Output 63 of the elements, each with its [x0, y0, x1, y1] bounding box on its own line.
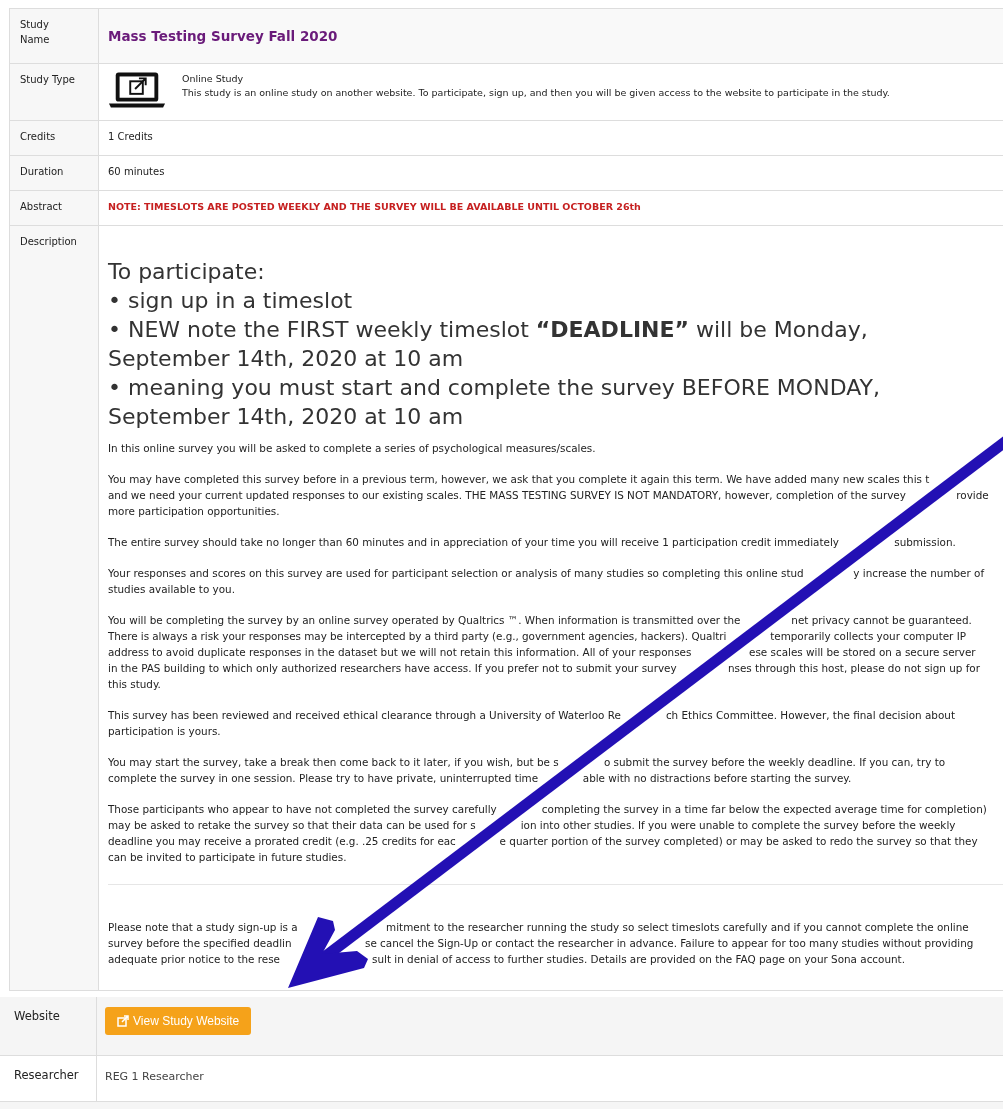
description-text: temporarily collects your computer IP — [770, 629, 967, 644]
description-text: nses through this host, please do not sign up for — [727, 661, 980, 676]
description-heading-line: • NEW note the FIRST weekly timeslot “DEADLINE” will be Monday, — [108, 316, 868, 344]
description-text: You will be completing the survey by an online survey operated by Qualtrics ™. When information is transmitted over the — [108, 613, 741, 628]
description-heading-line: To participate: — [108, 258, 265, 286]
sign-up-note-text: Please note that a study sign-up is a — [108, 920, 298, 935]
description-text: The entire survey should take no longer than 60 minutes and in appreciation of your time you will receive 1 participation credit immediately — [108, 535, 839, 550]
description-text: In this online survey you will be asked to complete a series of psychological measures/scales. — [108, 441, 596, 456]
description-text: There is always a risk your responses may be intercepted by a third party (e.g., government agencies, hackers). Qualtri — [108, 629, 727, 644]
description-text: submission. — [894, 535, 956, 550]
description-text: complete the survey in one session. Please try to have private, uninterrupted time — [108, 771, 539, 786]
description-text: deadline you may receive a prorated credit (e.g. .25 credits for eac — [108, 834, 456, 849]
description-text: in the PAS building to which only authorized researchers have access. If you prefer not to submit your survey — [108, 661, 677, 676]
description-text: studies available to you. — [108, 582, 235, 597]
field-value: 1 Credits — [108, 131, 153, 142]
description-heading-line: • sign up in a timeslot — [108, 287, 353, 315]
sign-up-note-text: sult in denial of access to further studies. Details are provided on the FAQ page on your Sona account. — [372, 952, 905, 967]
description-text: Your responses and scores on this survey are used for participant selection or analysis of many studies so completing this online stud — [108, 566, 804, 581]
field-label: Credits — [10, 121, 99, 155]
field-label: Study Name — [10, 9, 99, 63]
field-label: Researcher — [0, 1056, 97, 1101]
description-text: may be asked to retake the survey so that their data can be used for s — [108, 818, 476, 833]
field-label: Description — [10, 226, 99, 990]
description-text: o submit the survey before the weekly deadline. If you can, try to — [603, 755, 946, 770]
laptop-icon — [108, 70, 166, 110]
description-text: participation is yours. — [108, 724, 221, 739]
study-type-name: Online Study — [182, 73, 245, 84]
description-text: Those participants who appear to have not completed the survey carefully — [108, 802, 497, 817]
field-label: Abstract — [10, 191, 99, 225]
sign-up-note-text: survey before the specified deadlin — [108, 936, 292, 951]
abstract-text: NOTE: TIMESLOTS ARE POSTED WEEKLY AND THE SURVEY WILL BE AVAILABLE UNTIL OCTOBER 26th — [108, 201, 641, 212]
description-text: this study. — [108, 677, 161, 692]
field-label: Study Type — [10, 64, 99, 120]
description-text: You may start the survey, take a break then come back to it later, if you wish, but be s — [108, 755, 559, 770]
sign-up-note-text: adequate prior notice to the rese — [108, 952, 280, 967]
study-title: Mass Testing Survey Fall 2020 — [108, 28, 338, 44]
description-text: y increase the number of — [853, 566, 985, 581]
external-link-icon — [117, 1015, 129, 1027]
field-label: Website — [0, 997, 97, 1055]
description-heading-line: September 14th, 2020 at 10 am — [108, 345, 464, 373]
sign-up-note-text: mitment to the researcher running the study so select timeslots carefully and if you cannot complete the online — [386, 920, 969, 935]
field-label: Duration — [10, 156, 99, 190]
description-text: You may have completed this survey before in a previous term, however, we ask that you complete it again this term. We have added many new scales this t — [108, 472, 930, 487]
description-text: net privacy cannot be guaranteed. — [791, 613, 972, 628]
description-text: can be invited to participate in future studies. — [108, 850, 347, 865]
description-text: more participation opportunities. — [108, 504, 280, 519]
description-text: e quarter portion of the survey completed) or may be asked to redo the survey so that they — [499, 834, 978, 849]
description-heading-line: • meaning you must start and complete the survey BEFORE MONDAY, — [108, 374, 880, 402]
description-text: ion into other studies. If you were unable to complete the survey before the weekly — [520, 818, 956, 833]
description-text: completing the survey in a time far below the expected average time for completion) — [541, 802, 987, 817]
description-text: ese scales will be stored on a secure server — [749, 645, 976, 660]
description-text: able with no distractions before starting the survey. — [582, 771, 852, 786]
description-text: rovide — [956, 488, 989, 503]
field-value: 60 minutes — [108, 166, 165, 177]
view-study-website-button[interactable]: View Study Website — [105, 1007, 252, 1035]
description-text: This survey has been reviewed and received ethical clearance through a University of Waterloo Re — [108, 708, 621, 723]
sign-up-note-text: se cancel the Sign-Up or contact the researcher in advance. Failure to appear for too many studies without providing — [365, 936, 974, 951]
field-value: REG 1 Researcher — [105, 1070, 204, 1083]
description-heading-line: September 14th, 2020 at 10 am — [108, 403, 464, 431]
description-text: ch Ethics Committee. However, the final decision about — [665, 708, 955, 723]
study-type-description: This study is an online study on another website. To participate, sign up, and then you will be given access to the website to participate in the study. — [182, 87, 890, 98]
description-text: address to avoid duplicate responses in the dataset but we will not retain this information. All of your responses — [108, 645, 692, 660]
description-text: and we need your current updated responses to our existing scales. THE MASS TESTING SURVEY IS NOT MANDATORY, however, completion of the survey — [108, 488, 906, 503]
